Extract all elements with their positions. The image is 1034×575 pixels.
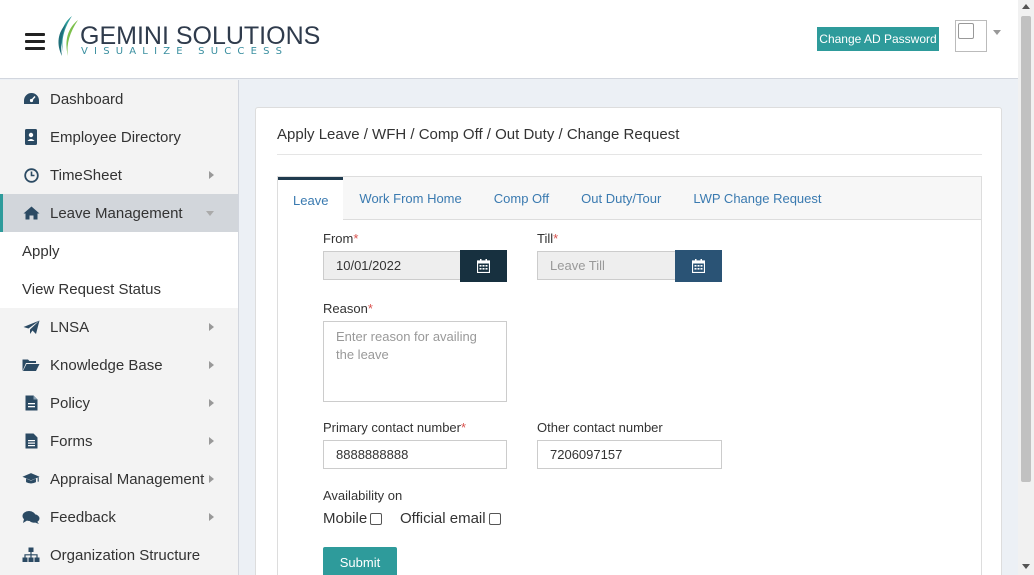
chevron-right-icon [209,361,214,369]
page-scrollbar[interactable] [1018,0,1034,575]
sitemap-icon [22,546,40,564]
till-date-input[interactable]: Leave Till [537,251,676,280]
sidebar-item-label: Leave Management [50,204,183,222]
primary-contact-input[interactable]: 8888888888 [323,440,507,469]
mobile-label: Mobile [323,510,368,527]
chevron-right-icon [209,475,214,483]
sidebar-item-label: Appraisal Management [50,470,205,488]
folder-open-icon [22,356,40,374]
primary-contact-label: Primary contact number* [323,420,467,435]
sidebar-nav: Dashboard Employee Directory TimeSheet L… [0,80,239,575]
logo-tagline: VISUALIZE SUCCESS [81,46,289,57]
official-email-option: Official email [400,510,501,527]
chevron-right-icon [209,399,214,407]
sidebar-item-label: Forms [50,432,93,450]
sidebar-item-label: Dashboard [50,90,124,108]
official-email-label: Official email [400,510,486,527]
calendar-icon [477,259,490,273]
sidebar-item-label: Knowledge Base [50,356,163,374]
file-icon [22,394,40,412]
sidebar-item-label: LNSA [50,318,90,336]
sidebar-subitem-apply[interactable]: Apply [0,232,238,270]
leave-request-card: Apply Leave / WFH / Comp Off / Out Duty … [255,107,1002,575]
sidebar-item-lnsa[interactable]: LNSA [0,308,238,346]
sidebar-item-dashboard[interactable]: Dashboard [0,80,238,118]
menu-toggle-icon[interactable] [25,33,45,51]
sidebar-item-organization-structure[interactable]: Organization Structure [0,536,238,574]
page-title: Apply Leave / WFH / Comp Off / Out Duty … [277,126,680,143]
sidebar-item-label: Organization Structure [50,546,201,564]
request-tabs: Leave Work From Home Comp Off Out Duty/T… [278,177,981,221]
sidebar-item-label: Feedback [50,508,116,526]
scroll-down-arrow-icon[interactable] [1022,564,1030,569]
sidebar-subitem-view-request-status[interactable]: View Request Status [0,270,238,308]
tab-out-duty-tour[interactable]: Out Duty/Tour [565,177,677,220]
address-book-icon [22,128,40,146]
sidebar-item-forms[interactable]: Forms [0,422,238,460]
user-avatar[interactable] [955,20,987,52]
sidebar-item-label: TimeSheet [50,166,122,184]
required-mark: * [367,301,373,316]
sidebar-item-feedback[interactable]: Feedback [0,498,238,536]
company-logo[interactable]: GEMINI SOLUTIONS VISUALIZE SUCCESS [54,14,320,62]
sidebar-item-label: Policy [50,394,91,412]
sidebar-item-label: Employee Directory [50,128,181,146]
from-date-input[interactable]: 10/01/2022 [323,251,461,280]
reason-textarea[interactable]: Enter reason for availing the leave [323,321,507,402]
mobile-checkbox[interactable] [370,512,383,525]
reason-label: Reason* [323,301,373,316]
clock-icon [22,166,40,184]
request-tabs-panel: Leave Work From Home Comp Off Out Duty/T… [277,176,982,575]
from-label: From* [323,231,359,246]
mobile-option: Mobile [323,510,383,527]
paper-plane-icon [22,318,40,336]
sidebar-item-employee-directory[interactable]: Employee Directory [0,118,238,156]
till-label: Till* [537,231,559,246]
availability-label: Availability on [323,488,403,503]
submit-button[interactable]: Submit [323,547,397,575]
tab-leave[interactable]: Leave [278,177,344,221]
chevron-down-icon [206,211,214,216]
title-divider [277,154,982,155]
scroll-thumb[interactable] [1021,16,1031,482]
other-contact-input[interactable]: 7206097157 [537,440,722,469]
comments-icon [22,508,40,526]
from-calendar-button[interactable] [460,250,507,282]
official-email-checkbox[interactable] [488,512,501,525]
scroll-up-arrow-icon[interactable] [1022,4,1030,9]
home-icon [22,204,40,222]
sidebar-item-policy[interactable]: Policy [0,384,238,422]
till-calendar-button[interactable] [675,250,722,282]
chevron-right-icon [209,437,214,445]
tab-lwp-change-request[interactable]: LWP Change Request [677,177,837,220]
user-menu-caret-icon[interactable] [993,30,1001,35]
change-ad-password-button[interactable]: Change AD Password [817,27,939,51]
graduation-cap-icon [22,470,40,488]
file-text-icon [22,432,40,450]
sidebar-item-appraisal-management[interactable]: Appraisal Management [0,460,238,498]
dashboard-icon [22,90,40,108]
chevron-right-icon [209,513,214,521]
sidebar-item-leave-management[interactable]: Leave Management [0,194,238,232]
calendar-icon [692,259,705,273]
required-mark: * [461,420,467,435]
chevron-right-icon [209,323,214,331]
required-mark: * [553,231,559,246]
other-contact-label: Other contact number [537,420,663,435]
chevron-right-icon [209,171,214,179]
sidebar-item-timesheet[interactable]: TimeSheet [0,156,238,194]
required-mark: * [353,231,359,246]
sidebar-item-knowledge-base[interactable]: Knowledge Base [0,346,238,384]
tab-comp-off[interactable]: Comp Off [478,177,565,220]
tab-work-from-home[interactable]: Work From Home [343,177,477,220]
top-header: GEMINI SOLUTIONS VISUALIZE SUCCESS Chang… [0,0,1018,79]
